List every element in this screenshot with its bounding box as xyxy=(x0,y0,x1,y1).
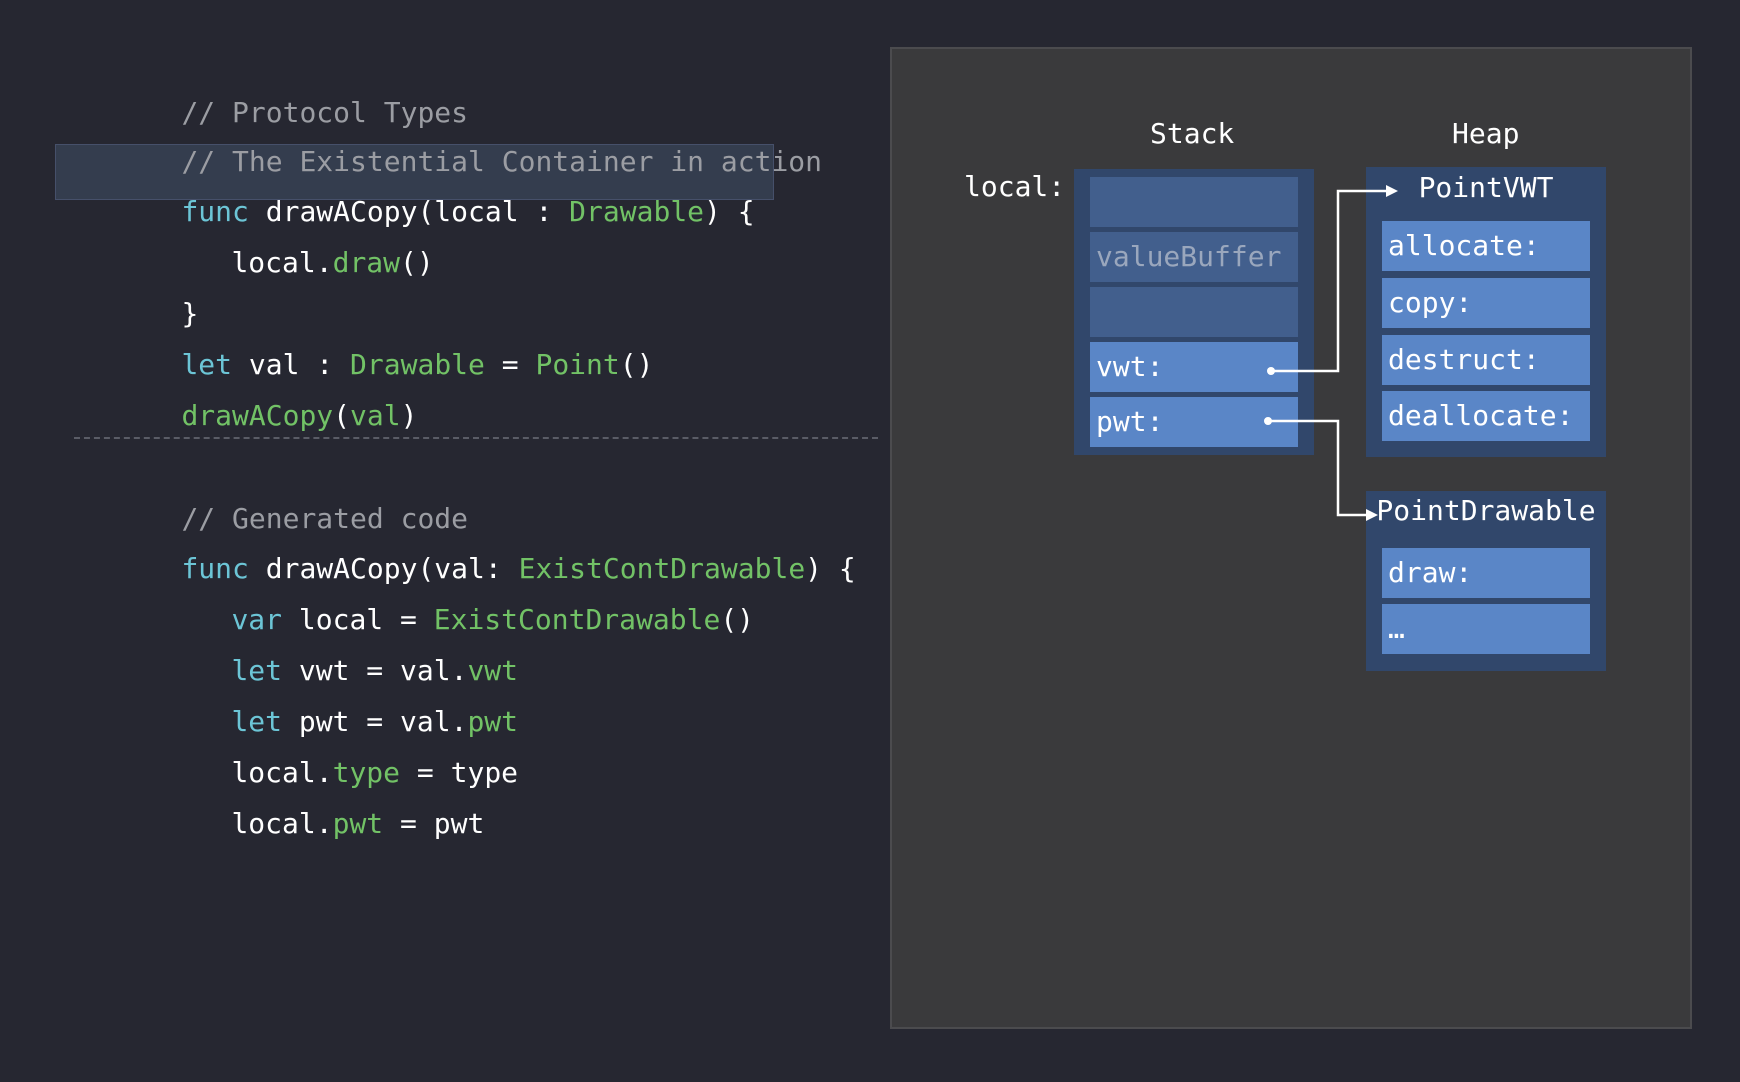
code-text: local. xyxy=(231,807,333,840)
pwt-pointer-arrow xyxy=(1264,417,1378,521)
code-text: = xyxy=(484,348,536,381)
code-text: local. xyxy=(231,246,333,279)
memory-diagram: Stack Heap local: valueBuffer vwt: pwt: … xyxy=(890,47,1692,1029)
argument-name: val xyxy=(350,399,401,432)
code-text: () xyxy=(720,603,755,636)
section-separator xyxy=(74,437,878,439)
member-name: draw xyxy=(332,246,401,279)
code-text: = pwt xyxy=(383,807,485,840)
code-text: () xyxy=(619,348,654,381)
code-text: ( xyxy=(333,399,351,432)
code-text: ) { xyxy=(805,552,856,585)
function-name: drawACopy xyxy=(181,399,334,432)
code-line: local.pwt = pwt xyxy=(164,764,484,884)
type-name: Point xyxy=(535,348,620,381)
member-name: pwt xyxy=(332,807,384,840)
type-name: Drawable xyxy=(569,195,705,228)
vwt-pointer-arrow xyxy=(1267,185,1398,375)
code-panel: // Protocol Types // The Existential Con… xyxy=(0,0,880,1082)
pointer-arrows xyxy=(1264,185,1398,521)
code-text: ) { xyxy=(704,195,755,228)
code-text: ) xyxy=(400,399,418,432)
code-line: drawACopy(val) xyxy=(114,356,417,476)
code-text: () xyxy=(400,246,434,279)
